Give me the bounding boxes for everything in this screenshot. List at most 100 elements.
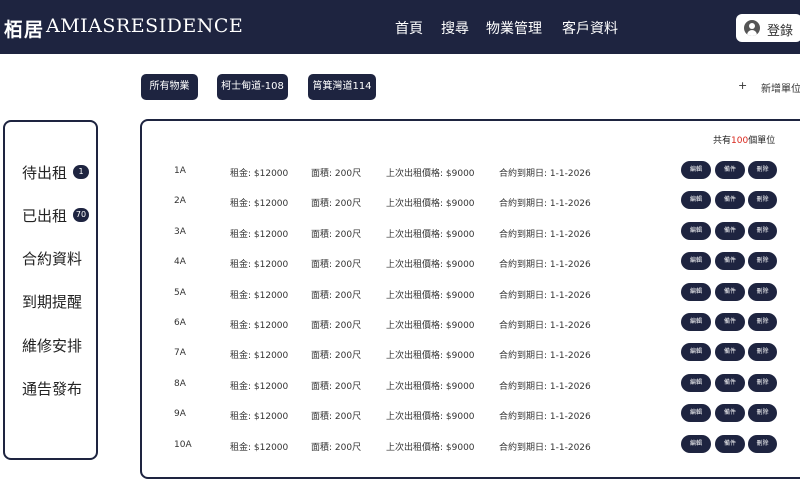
unit-number: 6A bbox=[174, 318, 186, 328]
last-rent-value: 上次出租價格: $9000 bbox=[386, 321, 475, 331]
last-rent-value: 上次出租價格: $9000 bbox=[386, 351, 475, 361]
edit-button[interactable]: 編輯 bbox=[681, 283, 711, 301]
rent-value: 租金: $12000 bbox=[230, 230, 289, 240]
last-rent-value: 上次出租價格: $9000 bbox=[386, 260, 475, 270]
area-value: 面積: 200尺 bbox=[311, 260, 362, 270]
last-rent-value: 上次出租價格: $9000 bbox=[386, 412, 475, 422]
edit-button[interactable]: 編輯 bbox=[681, 191, 711, 209]
top-navbar: 栢居 AMIASRESIDENCE 首頁 搜尋 物業管理 客戶資料 登錄 bbox=[0, 0, 800, 54]
nav-customer-data[interactable]: 客戶資料 bbox=[562, 18, 618, 38]
unit-number: 1A bbox=[174, 166, 186, 176]
edit-button[interactable]: 編輯 bbox=[681, 435, 711, 453]
table-row: 10A 租金: $12000 面積: 200尺 上次出租價格: $9000 合約到期日:… bbox=[0, 435, 800, 470]
last-rent-value: 上次出租價格: $9000 bbox=[386, 230, 475, 240]
contract-expiry: 合約到期日: 1-1-2026 bbox=[499, 230, 591, 240]
rent-value: 租金: $12000 bbox=[230, 291, 289, 301]
unit-number: 3A bbox=[174, 227, 186, 237]
last-rent-value: 上次出租價格: $9000 bbox=[386, 382, 475, 392]
spare-parts-button[interactable]: 備件 bbox=[715, 222, 745, 240]
contract-expiry: 合約到期日: 1-1-2026 bbox=[499, 412, 591, 422]
spare-parts-button[interactable]: 備件 bbox=[715, 313, 745, 331]
delete-button[interactable]: 刪除 bbox=[748, 404, 777, 422]
contract-expiry: 合約到期日: 1-1-2026 bbox=[499, 321, 591, 331]
login-label: 登錄 bbox=[767, 24, 794, 39]
table-row: 8A 租金: $12000 面積: 200尺 上次出租價格: $9000 合約到期日: … bbox=[0, 374, 800, 409]
brand-logo-en[interactable]: AMIASRESIDENCE bbox=[46, 15, 243, 37]
login-button[interactable]: 登錄 bbox=[736, 14, 800, 42]
spare-parts-button[interactable]: 備件 bbox=[715, 404, 745, 422]
last-rent-value: 上次出租價格: $9000 bbox=[386, 199, 475, 209]
spare-parts-button[interactable]: 備件 bbox=[715, 252, 745, 270]
unit-count: 100 bbox=[731, 136, 749, 146]
edit-button[interactable]: 編輯 bbox=[681, 252, 711, 270]
contract-expiry: 合約到期日: 1-1-2026 bbox=[499, 169, 591, 179]
spare-parts-button[interactable]: 備件 bbox=[715, 343, 745, 361]
rent-value: 租金: $12000 bbox=[230, 199, 289, 209]
area-value: 面積: 200尺 bbox=[311, 351, 362, 361]
delete-button[interactable]: 刪除 bbox=[748, 161, 777, 179]
unit-number: 8A bbox=[174, 379, 186, 389]
unit-number: 5A bbox=[174, 288, 186, 298]
spare-parts-button[interactable]: 備件 bbox=[715, 283, 745, 301]
user-icon bbox=[744, 20, 760, 36]
table-row: 6A 租金: $12000 面積: 200尺 上次出租價格: $9000 合約到期日: … bbox=[0, 313, 800, 348]
edit-button[interactable]: 編輯 bbox=[681, 161, 711, 179]
add-unit-button[interactable]: 新增單位 bbox=[761, 80, 800, 95]
edit-button[interactable]: 編輯 bbox=[681, 222, 711, 240]
nav-home[interactable]: 首頁 bbox=[395, 18, 423, 38]
table-row: 5A 租金: $12000 面積: 200尺 上次出租價格: $9000 合約到期日: … bbox=[0, 283, 800, 318]
rent-value: 租金: $12000 bbox=[230, 260, 289, 270]
rent-value: 租金: $12000 bbox=[230, 382, 289, 392]
area-value: 面積: 200尺 bbox=[311, 291, 362, 301]
edit-button[interactable]: 編輯 bbox=[681, 343, 711, 361]
delete-button[interactable]: 刪除 bbox=[748, 191, 777, 209]
area-value: 面積: 200尺 bbox=[311, 412, 362, 422]
edit-button[interactable]: 編輯 bbox=[681, 313, 711, 331]
rent-value: 租金: $12000 bbox=[230, 321, 289, 331]
area-value: 面積: 200尺 bbox=[311, 230, 362, 240]
edit-button[interactable]: 編輯 bbox=[681, 374, 711, 392]
contract-expiry: 合約到期日: 1-1-2026 bbox=[499, 443, 591, 453]
delete-button[interactable]: 刪除 bbox=[748, 374, 777, 392]
last-rent-value: 上次出租價格: $9000 bbox=[386, 291, 475, 301]
contract-expiry: 合約到期日: 1-1-2026 bbox=[499, 291, 591, 301]
unit-number: 2A bbox=[174, 196, 186, 206]
delete-button[interactable]: 刪除 bbox=[748, 313, 777, 331]
filter-austin-road-108[interactable]: 柯士甸道-108 bbox=[217, 74, 288, 100]
plus-icon[interactable]: + bbox=[738, 79, 747, 92]
filter-all-properties[interactable]: 所有物業 bbox=[141, 74, 198, 100]
area-value: 面積: 200尺 bbox=[311, 199, 362, 209]
nav-property-management[interactable]: 物業管理 bbox=[486, 18, 542, 38]
contract-expiry: 合約到期日: 1-1-2026 bbox=[499, 260, 591, 270]
area-value: 面積: 200尺 bbox=[311, 169, 362, 179]
rent-value: 租金: $12000 bbox=[230, 412, 289, 422]
nav-search[interactable]: 搜尋 bbox=[441, 18, 469, 38]
spare-parts-button[interactable]: 備件 bbox=[715, 161, 745, 179]
brand-logo-cn[interactable]: 栢居 bbox=[4, 15, 44, 42]
delete-button[interactable]: 刪除 bbox=[748, 435, 777, 453]
delete-button[interactable]: 刪除 bbox=[748, 222, 777, 240]
unit-number: 4A bbox=[174, 257, 186, 267]
spare-parts-button[interactable]: 備件 bbox=[715, 374, 745, 392]
rent-value: 租金: $12000 bbox=[230, 443, 289, 453]
filter-shau-kei-wan-road-114[interactable]: 筲箕灣道114 bbox=[308, 74, 376, 100]
edit-button[interactable]: 編輯 bbox=[681, 404, 711, 422]
area-value: 面積: 200尺 bbox=[311, 443, 362, 453]
last-rent-value: 上次出租價格: $9000 bbox=[386, 443, 475, 453]
table-row: 1A 租金: $12000 面積: 200尺 上次出租價格: $9000 合約到期日: … bbox=[0, 161, 800, 196]
last-rent-value: 上次出租價格: $9000 bbox=[386, 169, 475, 179]
contract-expiry: 合約到期日: 1-1-2026 bbox=[499, 382, 591, 392]
table-row: 2A 租金: $12000 面積: 200尺 上次出租價格: $9000 合約到期日: … bbox=[0, 191, 800, 226]
table-row: 3A 租金: $12000 面積: 200尺 上次出租價格: $9000 合約到期日: … bbox=[0, 222, 800, 257]
spare-parts-button[interactable]: 備件 bbox=[715, 191, 745, 209]
rent-value: 租金: $12000 bbox=[230, 169, 289, 179]
unit-number: 10A bbox=[174, 440, 192, 450]
rent-value: 租金: $12000 bbox=[230, 351, 289, 361]
delete-button[interactable]: 刪除 bbox=[748, 283, 777, 301]
delete-button[interactable]: 刪除 bbox=[748, 252, 777, 270]
table-row: 7A 租金: $12000 面積: 200尺 上次出租價格: $9000 合約到期日: … bbox=[0, 343, 800, 378]
unit-number: 7A bbox=[174, 348, 186, 358]
delete-button[interactable]: 刪除 bbox=[748, 343, 777, 361]
spare-parts-button[interactable]: 備件 bbox=[715, 435, 745, 453]
table-row: 4A 租金: $12000 面積: 200尺 上次出租價格: $9000 合約到期日: … bbox=[0, 252, 800, 287]
